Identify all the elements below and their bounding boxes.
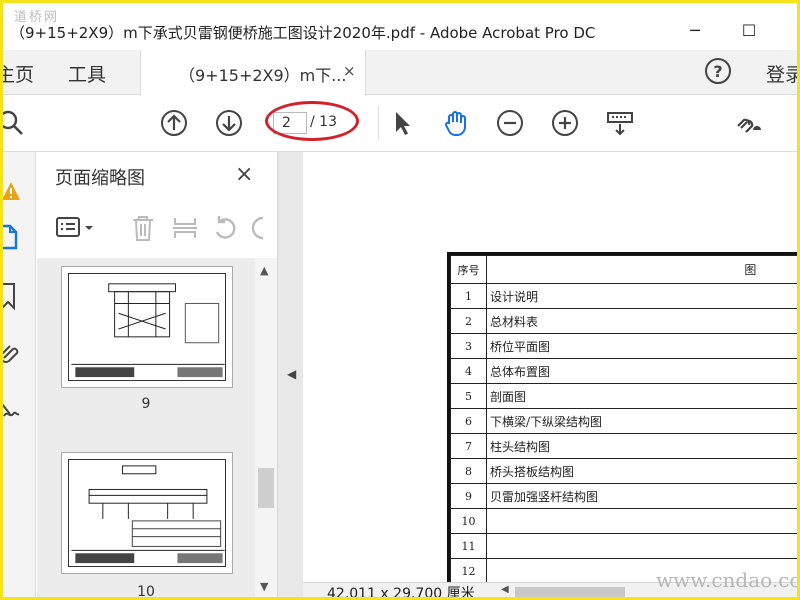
select-cursor-icon[interactable] bbox=[387, 108, 417, 138]
table-row: 10 bbox=[450, 508, 800, 534]
header-number: 序号 bbox=[450, 255, 487, 284]
tab-row: 主页 工具 （9+15+2X9）m下... × bbox=[0, 50, 800, 96]
zoom-in-icon[interactable] bbox=[550, 108, 580, 138]
warning-icon[interactable] bbox=[0, 174, 32, 206]
tab-document[interactable]: （9+15+2X9）m下... × bbox=[140, 50, 366, 96]
page-dimensions: 42.011 x 29.700 厘米 bbox=[327, 586, 475, 600]
page-number-annotation bbox=[265, 101, 359, 141]
bottom-watermark: www.cndao.com bbox=[656, 568, 800, 592]
table-row: 11 bbox=[450, 533, 800, 559]
share-link-icon[interactable] bbox=[733, 108, 763, 138]
thumbnail-page-number: 9 bbox=[141, 396, 151, 412]
zoom-out-icon[interactable] bbox=[495, 108, 525, 138]
panel-toolbar bbox=[37, 204, 277, 252]
minimize-button[interactable]: ─ bbox=[680, 18, 710, 42]
horizontal-scroll-thumb[interactable] bbox=[515, 587, 625, 597]
table-row: 3 桥位平面图 bbox=[450, 333, 800, 359]
table-row: 7 柱头结构图 bbox=[450, 433, 800, 459]
tab-home[interactable]: 主页 bbox=[0, 60, 34, 87]
document-view[interactable]: 序号 图 名 1设计说明 2总材料表 3桥位平面图 4总体布置图 5剖面图 6下… bbox=[303, 152, 800, 582]
table-row: 4 总体布置图 bbox=[450, 358, 800, 384]
maximize-button[interactable]: ☐ bbox=[734, 18, 764, 42]
rotate-counterclockwise-icon[interactable] bbox=[211, 214, 239, 242]
thumbnail-page-number: 10 bbox=[137, 584, 155, 600]
bookmark-icon[interactable] bbox=[0, 280, 32, 312]
page-thumbnails-icon[interactable] bbox=[0, 220, 32, 252]
next-page-icon[interactable] bbox=[214, 108, 244, 138]
left-rail bbox=[0, 152, 36, 600]
table-row: 9 贝雷加强竖杆结构图 bbox=[450, 483, 800, 509]
toolbar: / 13 bbox=[0, 96, 800, 152]
page-thumbnail-9[interactable] bbox=[61, 266, 233, 388]
window-title: （9+15+2X9）m下承式贝雷钢便桥施工图设计2020年.pdf - Adob… bbox=[10, 24, 596, 42]
tab-tools[interactable]: 工具 bbox=[68, 60, 106, 87]
close-panel-icon[interactable]: × bbox=[235, 162, 253, 187]
thumbnail-drawing bbox=[68, 459, 226, 567]
table-row: 5 剖面图 bbox=[450, 383, 800, 409]
delete-page-icon[interactable] bbox=[129, 214, 157, 242]
rotate-clockwise-icon[interactable] bbox=[249, 214, 277, 242]
extract-page-icon[interactable] bbox=[171, 214, 199, 242]
options-menu-icon[interactable] bbox=[55, 214, 93, 242]
scroll-up-icon[interactable]: ▲ bbox=[260, 264, 268, 277]
keyboard-tools-icon[interactable] bbox=[605, 108, 635, 138]
search-icon[interactable] bbox=[0, 108, 28, 138]
scroll-thumb[interactable] bbox=[258, 468, 274, 508]
panel-title: 页面缩略图 bbox=[55, 168, 145, 189]
attachment-icon[interactable] bbox=[0, 336, 32, 368]
tab-document-label: （9+15+2X9）m下... bbox=[179, 66, 347, 85]
table-header-row: 序号 图 名 bbox=[450, 255, 800, 284]
table-row: 8 桥头搭板结构图 bbox=[450, 458, 800, 484]
thumbnail-drawing bbox=[68, 273, 226, 381]
login-button[interactable]: 登录 bbox=[766, 60, 800, 87]
signature-icon[interactable] bbox=[0, 394, 32, 426]
close-tab-icon[interactable]: × bbox=[343, 62, 356, 80]
scroll-left-icon[interactable]: ◀ bbox=[501, 584, 509, 595]
scroll-down-icon[interactable]: ▼ bbox=[260, 580, 268, 593]
drawing-index-table: 序号 图 名 1设计说明 2总材料表 3桥位平面图 4总体布置图 5剖面图 6下… bbox=[447, 252, 800, 582]
title-bar: 道桥网 （9+15+2X9）m下承式贝雷钢便桥施工图设计2020年.pdf - … bbox=[0, 0, 800, 50]
panel-splitter[interactable]: ◀ bbox=[277, 152, 303, 600]
previous-page-icon[interactable] bbox=[159, 108, 189, 138]
toolbar-separator bbox=[378, 106, 379, 140]
header-drawing: 图 名 bbox=[486, 255, 800, 284]
thumbnail-list: 9 10 bbox=[37, 258, 255, 600]
table-row: 6 下横梁/下纵梁结构图 bbox=[450, 408, 800, 434]
page-thumbnail-10[interactable] bbox=[61, 452, 233, 574]
hand-tool-icon[interactable] bbox=[441, 108, 471, 138]
collapse-panel-icon[interactable]: ◀ bbox=[287, 367, 296, 381]
help-icon[interactable]: ? bbox=[705, 58, 731, 84]
thumbnail-scrollbar[interactable]: ▲ ▼ bbox=[255, 258, 277, 600]
table-row: 2 总材料表 bbox=[450, 308, 800, 334]
table-row: 1 设计说明 bbox=[450, 283, 800, 309]
thumbnail-panel: 页面缩略图 × 9 10 ▲ ▼ bbox=[37, 152, 277, 600]
